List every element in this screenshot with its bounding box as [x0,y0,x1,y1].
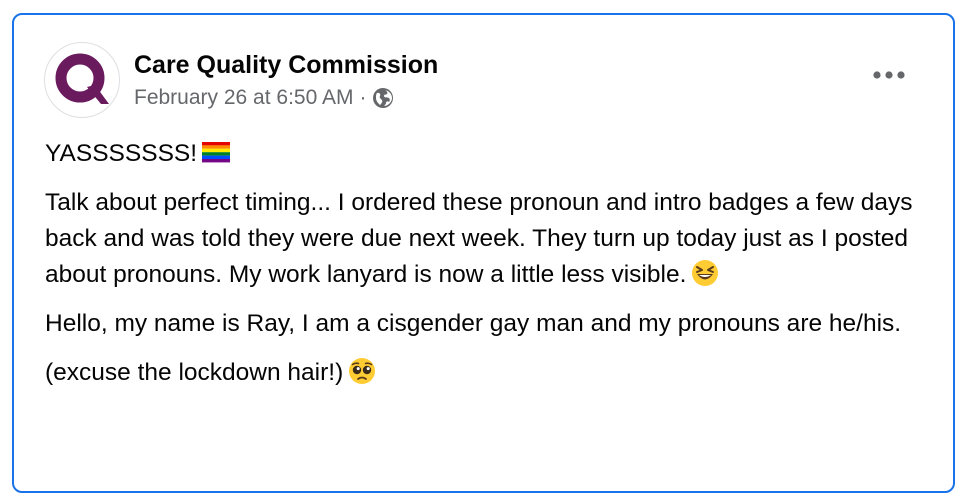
grinning-squinting-face-emoji-icon [692,260,719,286]
globe-icon [372,87,394,109]
post-paragraph-3: Hello, my name is Ray, I am a cisgender … [45,306,925,342]
more-options-button[interactable] [869,63,909,87]
post-timestamp[interactable]: February 26 at 6:50 AM [134,84,353,112]
more-options-icon [873,71,905,79]
meta-separator: · [359,85,367,109]
paragraph-text: (excuse the lockdown hair!) [45,359,344,386]
header-text: Care Quality Commission February 26 at 6… [134,49,438,112]
paragraph-text: Hello, my name is Ray, I am a cisgender … [45,310,902,337]
post-paragraph-1: YASSSSSSS! [45,136,925,172]
post-body: YASSSSSSS! Talk about perfect timing... … [45,136,925,404]
post-paragraph-4: (excuse the lockdown hair!) [45,355,925,391]
page-name[interactable]: Care Quality Commission [134,49,438,81]
post-card: Care Quality Commission February 26 at 6… [12,13,955,493]
post-header: Care Quality Commission February 26 at 6… [44,42,438,118]
pleading-face-emoji-icon [349,358,376,384]
post-meta: February 26 at 6:50 AM · [134,84,438,112]
paragraph-text: Talk about perfect timing... I ordered t… [45,189,913,288]
cqc-logo-icon [55,53,109,104]
rainbow-flag-emoji-icon [202,142,231,163]
post-paragraph-2: Talk about perfect timing... I ordered t… [45,185,925,293]
paragraph-text: YASSSSSSS! [45,140,198,167]
avatar[interactable] [44,42,120,118]
